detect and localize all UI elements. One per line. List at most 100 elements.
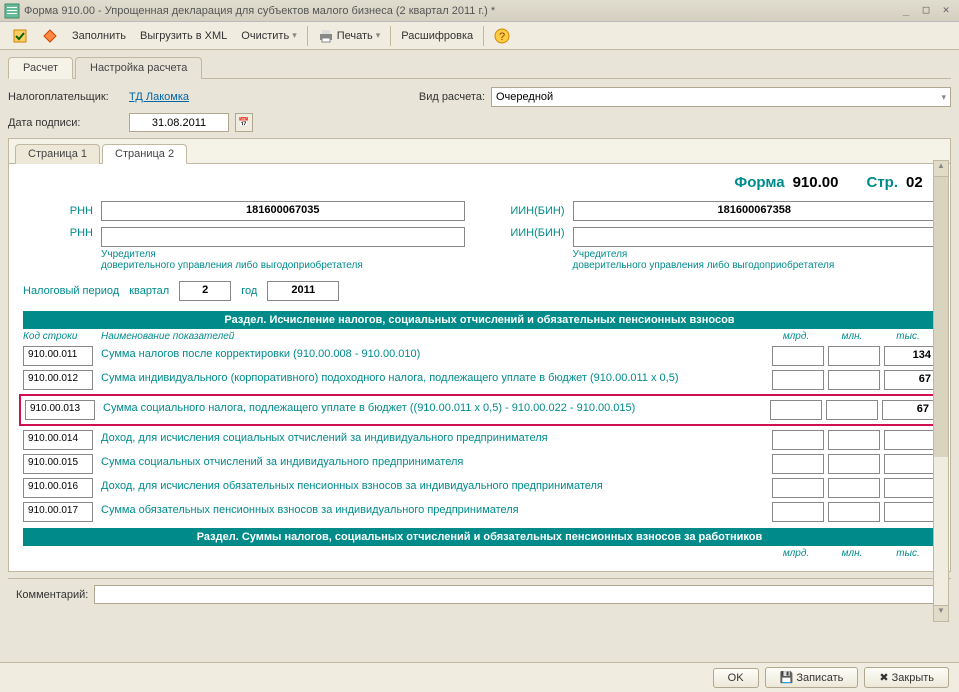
close-form-button[interactable]: ✖ Закрыть [864, 667, 949, 688]
tab-page1[interactable]: Страница 1 [15, 144, 100, 164]
minimize-button[interactable]: _ [897, 3, 915, 19]
rnn2-sub: Учредителядоверительного управления либо… [101, 249, 465, 271]
page-tabs: Страница 1 Страница 2 [9, 139, 950, 164]
comment-input[interactable] [94, 585, 943, 604]
row-code[interactable]: 910.00.014 [23, 430, 93, 450]
print-button[interactable]: Печать [312, 25, 387, 47]
val-mln[interactable] [828, 370, 880, 390]
row-code[interactable]: 910.00.012 [23, 370, 93, 390]
val-mln[interactable] [828, 478, 880, 498]
val-mlrd[interactable] [772, 478, 824, 498]
val-tys[interactable]: 134 [884, 346, 936, 366]
scrollbar[interactable]: ▲ ▼ [933, 160, 949, 622]
close-button[interactable]: ✕ [937, 3, 955, 19]
window-title: Форма 910.00 - Упрощенная декларация для… [20, 5, 895, 17]
calc-type-label: Вид расчета: [419, 91, 485, 103]
row-code[interactable]: 910.00.017 [23, 502, 93, 522]
row-name: Сумма налогов после корректировки (910.0… [101, 346, 764, 360]
taxpayer-label: Налогоплательщик: [8, 91, 123, 103]
calc-type-select[interactable]: Очередной [491, 87, 951, 107]
table-row: 910.00.013 Сумма социального налога, подл… [19, 394, 940, 426]
iin-value[interactable]: 181600067358 [573, 201, 937, 221]
val-mlrd[interactable] [772, 430, 824, 450]
row-code[interactable]: 910.00.016 [23, 478, 93, 498]
comment-label: Комментарий: [16, 589, 88, 601]
iin2-label: ИИН(БИН) [495, 227, 565, 239]
col-name: Наименование показателей [101, 331, 768, 342]
ok-button[interactable]: OK [713, 668, 759, 688]
row-name: Сумма социального налога, подлежащего уп… [103, 400, 762, 414]
rnn-label: РНН [23, 205, 93, 217]
main-tabs: Расчет Настройка расчета [8, 56, 951, 79]
page-label: Стр. [866, 174, 898, 191]
form-number: 910.00 [793, 174, 839, 191]
row-code[interactable]: 910.00.013 [25, 400, 95, 420]
decode-button[interactable]: Расшифровка [395, 27, 479, 45]
row-name: Сумма социальных отчислений за индивидуа… [101, 454, 764, 468]
col-tys2: тыс. [880, 548, 936, 559]
row-name: Доход, для исчисления социальных отчисле… [101, 430, 764, 444]
tab-page2[interactable]: Страница 2 [102, 144, 187, 164]
action2-button[interactable] [36, 25, 64, 47]
separator [307, 26, 308, 46]
tab-calc[interactable]: Расчет [8, 57, 73, 79]
val-mlrd[interactable] [772, 502, 824, 522]
period-label: Налоговый период [23, 285, 119, 297]
val-tys[interactable] [884, 478, 936, 498]
save-icon: 💾 [780, 672, 797, 684]
export-xml-button[interactable]: Выгрузить в XML [134, 27, 233, 45]
row-name: Сумма индивидуального (корпоративного) п… [101, 370, 764, 384]
val-mlrd[interactable] [772, 346, 824, 366]
val-tys[interactable]: 67 [884, 370, 936, 390]
iin2-value[interactable] [573, 227, 937, 247]
val-tys[interactable] [884, 430, 936, 450]
val-mln[interactable] [828, 346, 880, 366]
year-label: год [241, 285, 257, 297]
val-tys[interactable] [884, 454, 936, 474]
col-mlrd2: млрд. [768, 548, 824, 559]
taxpayer-link[interactable]: ТД Лакомка [129, 91, 189, 103]
col-mln2: млн. [824, 548, 880, 559]
quarter-value[interactable]: 2 [179, 281, 231, 301]
section1-header: Раздел. Исчисление налогов, социальных о… [23, 311, 936, 329]
val-mlrd[interactable] [770, 400, 822, 420]
year-value[interactable]: 2011 [267, 281, 339, 301]
scroll-down-button[interactable]: ▼ [934, 605, 948, 621]
maximize-button[interactable]: □ [917, 3, 935, 19]
action1-button[interactable] [6, 25, 34, 47]
sign-date-input[interactable] [129, 113, 229, 132]
table-row: 910.00.012 Сумма индивидуального (корпора… [23, 368, 936, 392]
rnn-value[interactable]: 181600067035 [101, 201, 465, 221]
val-tys[interactable]: 67 [882, 400, 934, 420]
row-code[interactable]: 910.00.011 [23, 346, 93, 366]
sign-date-label: Дата подписи: [8, 117, 123, 129]
date-picker-button[interactable]: 📅 [235, 113, 253, 132]
bottom-bar: OK 💾 Записать ✖ Закрыть [0, 662, 959, 692]
scroll-thumb[interactable] [934, 177, 948, 457]
col-mlrd: млрд. [768, 331, 824, 342]
save-button[interactable]: 💾 Записать [765, 667, 859, 688]
val-mln[interactable] [828, 430, 880, 450]
row-code[interactable]: 910.00.015 [23, 454, 93, 474]
titlebar: Форма 910.00 - Упрощенная декларация для… [0, 0, 959, 22]
rnn2-label: РНН [23, 227, 93, 239]
val-mlrd[interactable] [772, 370, 824, 390]
val-mlrd[interactable] [772, 454, 824, 474]
fill-button[interactable]: Заполнить [66, 27, 132, 45]
row-name: Доход, для исчисления обязательных пенси… [101, 478, 764, 492]
tab-settings[interactable]: Настройка расчета [75, 57, 202, 79]
col-tys: тыс. [880, 331, 936, 342]
clear-button[interactable]: Очистить [235, 27, 302, 45]
col-mln: млн. [824, 331, 880, 342]
separator [390, 26, 391, 46]
val-tys[interactable] [884, 502, 936, 522]
rnn2-value[interactable] [101, 227, 465, 247]
val-mln[interactable] [826, 400, 878, 420]
close-icon: ✖ [879, 672, 891, 684]
col-code: Код строки [23, 331, 101, 342]
printer-icon [318, 28, 334, 44]
val-mln[interactable] [828, 454, 880, 474]
val-mln[interactable] [828, 502, 880, 522]
help-button[interactable]: ? [488, 25, 516, 47]
scroll-up-button[interactable]: ▲ [934, 161, 948, 177]
